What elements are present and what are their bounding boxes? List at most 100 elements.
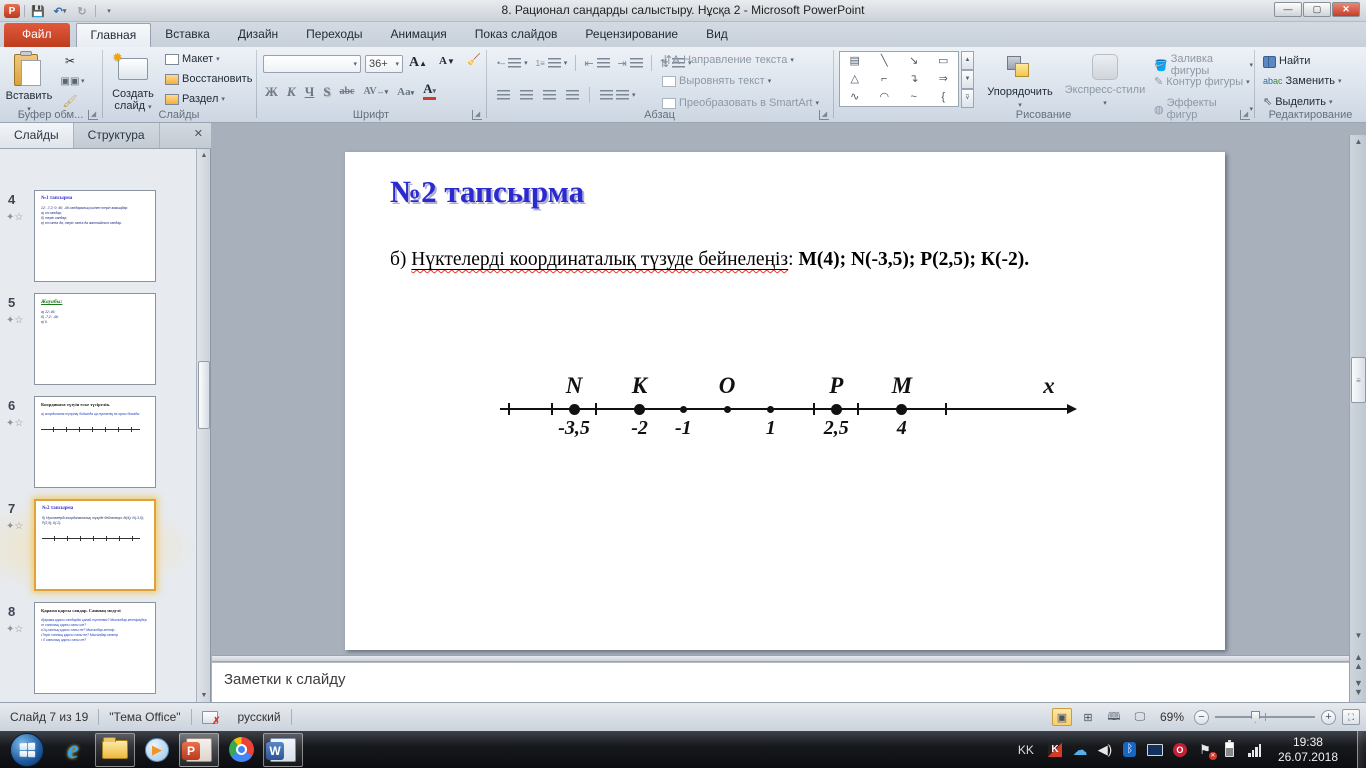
theme-indicator[interactable]: "Тема Office" — [99, 703, 190, 731]
align-right-button[interactable] — [543, 90, 556, 100]
shape-icon[interactable]: ▤ — [850, 54, 860, 68]
zoom-out-button[interactable]: − — [1194, 710, 1209, 725]
shape-icon[interactable]: ⇒ — [939, 72, 948, 86]
show-desktop-button[interactable] — [1357, 731, 1366, 768]
zoom-slider-thumb[interactable] — [1251, 711, 1260, 723]
layout-button[interactable]: Макет▾ — [165, 53, 220, 65]
shape-icon[interactable]: ╲ — [881, 54, 888, 68]
slide-sorter-button[interactable]: ⊞ — [1078, 708, 1098, 726]
scroll-down-icon[interactable]: ▼ — [1351, 631, 1366, 640]
find-button[interactable]: Найти — [1263, 55, 1310, 67]
tab-показ-слайдов[interactable]: Показ слайдов — [461, 23, 572, 47]
main-scrollbar[interactable]: ▲ ≡ ▼ ▲▲ ▼▼ — [1349, 135, 1366, 702]
scroll-thumb[interactable]: ≡ — [1351, 357, 1366, 403]
slide-thumbnail[interactable]: Қарама қарсы сандар. Санның модулі•Қарам… — [34, 602, 156, 694]
minimize-button[interactable]: — — [1274, 2, 1302, 17]
shrink-font-button[interactable]: А▼ — [439, 55, 455, 67]
shapes-gallery-scroll[interactable]: ▲▼⊽ — [961, 51, 974, 107]
start-button[interactable] — [10, 733, 44, 767]
smartart-button[interactable]: Преобразовать в SmartArt▾ — [662, 97, 819, 109]
panel-scrollbar[interactable]: ▲ ▼ — [196, 149, 210, 702]
animation-star-icon[interactable]: ✦☆ — [6, 212, 23, 223]
scroll-up-icon[interactable]: ▲ — [198, 149, 210, 162]
tab-анимация[interactable]: Анимация — [376, 23, 460, 47]
zoom-slider[interactable] — [1215, 716, 1315, 718]
tab-вставка[interactable]: Вставка — [151, 23, 224, 47]
italic-button[interactable]: К — [287, 84, 296, 100]
align-left-button[interactable] — [497, 90, 510, 100]
bold-button[interactable]: Ж — [265, 84, 278, 100]
font-size-combo[interactable]: 36+▾ — [365, 55, 403, 73]
tab-переходы[interactable]: Переходы — [292, 23, 376, 47]
reading-view-button[interactable]: 🕮 — [1104, 708, 1124, 726]
clipboard-dialog-launcher[interactable]: ◢ — [88, 110, 98, 120]
justify-button[interactable] — [566, 90, 579, 100]
section-button[interactable]: Раздел▾ — [165, 93, 225, 105]
grow-font-button[interactable]: А▲ — [409, 55, 427, 71]
close-button[interactable]: ✕ — [1332, 2, 1360, 17]
animation-star-icon[interactable]: ✦☆ — [6, 521, 23, 532]
download-agent-icon[interactable]: O — [1172, 742, 1188, 758]
character-spacing-button[interactable]: AV↔▾ — [363, 86, 388, 97]
zoom-level[interactable]: 69% — [1160, 710, 1184, 724]
fit-to-window-button[interactable]: ⛶ — [1342, 709, 1360, 725]
bullets-button[interactable]: •–▾ — [497, 58, 528, 68]
battery-icon[interactable] — [1222, 742, 1238, 758]
copy-button[interactable]: ▣▣▾ — [62, 73, 85, 89]
quick-styles-button[interactable]: Экспресс-стили▾ — [1062, 50, 1148, 108]
replace-button[interactable]: abacЗаменить▾ — [1263, 75, 1341, 87]
shape-outline-button[interactable]: ✎Контур фигуры▾ — [1154, 75, 1250, 88]
reset-button[interactable]: Восстановить — [165, 73, 252, 85]
shape-icon[interactable]: ↴ — [909, 72, 918, 86]
slide-thumbnail[interactable]: №2 тапсырмаб) Нүктелерді координаталық т… — [34, 499, 156, 591]
shape-icon[interactable]: { — [941, 90, 945, 104]
format-painter-button[interactable]: 🖌 — [62, 93, 78, 109]
file-explorer-icon[interactable] — [95, 733, 135, 767]
tab-дизайн[interactable]: Дизайн — [224, 23, 292, 47]
slideshow-button[interactable]: 🖵 — [1130, 708, 1150, 726]
decrease-indent-button[interactable]: ⇤ — [584, 57, 609, 70]
tab-outline[interactable]: Структура — [74, 123, 160, 148]
shape-fill-button[interactable]: 🪣Заливка фигуры▾ — [1154, 53, 1253, 77]
slide-thumbnail[interactable]: №1 тапсырма12; -7,2; 0; 46; -46 сандарын… — [34, 190, 156, 282]
align-text-button[interactable]: Выровнять текст▾ — [662, 75, 771, 87]
language-indicator[interactable]: русский — [228, 703, 291, 731]
media-player-icon[interactable]: ▶ — [137, 733, 177, 767]
notes-splitter[interactable] — [212, 655, 1349, 662]
shape-icon[interactable]: ~ — [911, 90, 917, 104]
bluetooth-icon[interactable]: ᛒ — [1122, 742, 1138, 758]
notes-pane[interactable]: Заметки к слайду — [212, 662, 1349, 702]
change-case-button[interactable]: Aa▾ — [397, 86, 414, 98]
font-color-button[interactable]: А▾ — [423, 83, 436, 100]
slide-indicator[interactable]: Слайд 7 из 19 — [0, 703, 98, 731]
font-dialog-launcher[interactable]: ◢ — [472, 110, 482, 120]
chrome-icon[interactable] — [221, 733, 261, 767]
numbering-button[interactable]: 1≡▾ — [536, 58, 568, 68]
tab-главная[interactable]: Главная — [76, 23, 152, 47]
text-shadow-button[interactable]: S — [323, 84, 330, 100]
paste-button[interactable]: Вставить▾ — [3, 50, 55, 108]
tab-file[interactable]: Файл — [4, 23, 70, 47]
previous-slide-button[interactable]: ▲▲ — [1351, 653, 1366, 671]
shape-icon[interactable]: ↘ — [909, 54, 918, 68]
cloud-icon[interactable]: ☁ — [1072, 742, 1088, 758]
tab-рецензирование[interactable]: Рецензирование — [571, 23, 692, 47]
tab-вид[interactable]: Вид — [692, 23, 742, 47]
maximize-button[interactable]: ▢ — [1303, 2, 1331, 17]
spellcheck-indicator[interactable] — [192, 703, 228, 731]
number-line[interactable]: N-3,5К-2-1O1Р2,5М4x — [345, 152, 1225, 650]
shape-icon[interactable]: ◠ — [879, 90, 889, 104]
scroll-down-icon[interactable]: ▼ — [198, 689, 210, 702]
shapes-gallery[interactable]: ▤╲↘▭△⌐↴⇒∿◠~{ — [839, 51, 959, 107]
volume-icon[interactable]: ◀) — [1097, 742, 1113, 758]
scroll-thumb[interactable] — [198, 361, 210, 429]
text-direction-button[interactable]: ⇵AНаправление текста▾ — [662, 53, 794, 67]
clear-formatting-button[interactable]: 🧹 — [467, 53, 481, 66]
columns-button[interactable]: ▾ — [600, 90, 636, 100]
align-center-button[interactable] — [520, 90, 533, 100]
slide-thumbnail[interactable]: Жауабы:а) 12; 46;б) -7,2; -46;в) 0. — [34, 293, 156, 385]
action-center-flag-icon[interactable]: ⚑ — [1197, 742, 1213, 758]
slide-thumbnail[interactable]: Координата түзуін еске түсірелік.а) коор… — [34, 396, 156, 488]
font-name-combo[interactable]: ▾ — [263, 55, 361, 73]
tab-slides[interactable]: Слайды — [0, 123, 74, 148]
